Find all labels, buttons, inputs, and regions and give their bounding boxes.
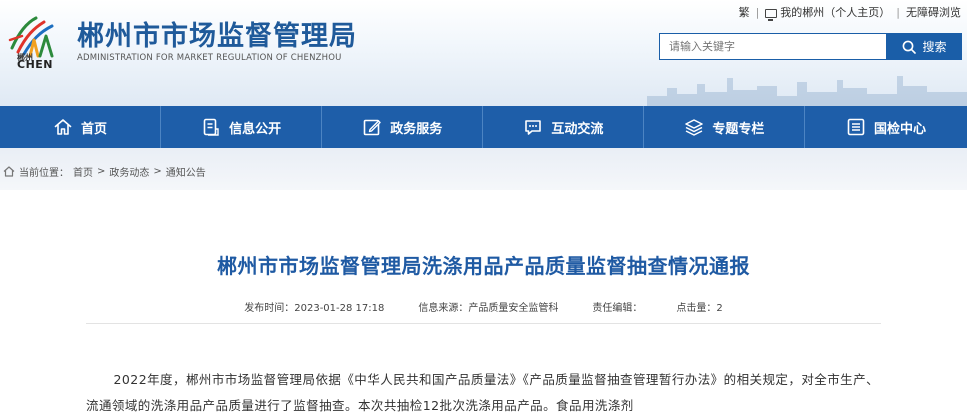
site-title[interactable]: 郴州市市场监督管理局 [77, 14, 357, 53]
nav-item-label: 信息公开 [229, 121, 282, 137]
article-body: 2022年度，郴州市市场监督管理局依据《中华人民共和国产品质量法》《产品质量监督… [86, 367, 881, 419]
source-value: 产品质量安全监管科 [468, 303, 559, 314]
nav-item-interaction[interactable]: 互动交流 [483, 106, 645, 148]
breadcrumb-item-news[interactable]: 政务动态 [109, 164, 149, 179]
monitor-icon [765, 8, 778, 21]
search-button[interactable]: 搜索 [887, 33, 962, 60]
search-button-label: 搜索 [922, 40, 947, 54]
nav-item-label: 专题专栏 [712, 121, 765, 137]
article-title: 郴州市市场监督管理局洗涤用品产品质量监督抽查情况通报 [217, 254, 750, 278]
traditional-chinese-link[interactable]: 繁 [739, 4, 750, 20]
info-source: 信息来源：产品质量安全监管科 [418, 299, 558, 314]
publish-time: 发布时间：2023-01-28 17:18 [244, 299, 384, 314]
article-paragraph: 2022年度，郴州市市场监督管理局依据《中华人民共和国产品质量法》《产品质量监督… [86, 372, 880, 413]
search-bar: 搜索 [659, 33, 962, 60]
view-count: 点击量：2 [676, 299, 722, 314]
main-nav: 首页 信息公开 政务服务 互动交流 专题专栏 国检中心 [0, 106, 967, 148]
article-meta: 发布时间：2023-01-28 17:18 信息来源：产品质量安全监管科 责任编… [0, 299, 967, 314]
list-icon [847, 118, 865, 136]
nav-item-info[interactable]: 信息公开 [161, 106, 323, 148]
views-label: 点击量： [676, 303, 717, 314]
nav-item-label: 政务服务 [390, 121, 443, 137]
site-subtitle: ADMINISTRATION FOR MARKET REGULATION OF … [77, 53, 342, 63]
top-links: 繁 | 我的郴州（个人主页） | 无障碍浏览 [739, 4, 961, 21]
accessibility-link[interactable]: 无障碍浏览 [906, 4, 961, 20]
nav-item-services[interactable]: 政务服务 [322, 106, 484, 148]
editor: 责任编辑： [592, 299, 642, 314]
my-page-link[interactable]: 我的郴州（个人主页） [765, 4, 891, 21]
editor-label: 责任编辑： [592, 303, 643, 314]
home-icon [3, 166, 15, 177]
nav-item-inspection-center[interactable]: 国检中心 [805, 106, 966, 148]
search-input[interactable] [659, 33, 887, 60]
skyline-decoration [647, 76, 967, 106]
nav-item-label: 国检中心 [874, 121, 927, 137]
views-value: 2 [716, 303, 723, 314]
nav-item-special-topics[interactable]: 专题专栏 [644, 106, 806, 148]
search-icon [903, 40, 917, 54]
publish-value: 2023-01-28 17:18 [294, 303, 385, 314]
breadcrumb-separator: > [97, 166, 106, 177]
source-label: 信息来源： [418, 303, 469, 314]
publish-label: 发布时间： [244, 303, 295, 314]
breadcrumb: 当前位置： 首页 > 政务动态 > 通知公告 [3, 164, 206, 179]
home-icon [54, 119, 72, 135]
nav-item-label: 互动交流 [551, 121, 604, 137]
layers-icon [685, 119, 704, 136]
link-separator: | [896, 5, 900, 19]
breadcrumb-item-notices[interactable]: 通知公告 [166, 164, 206, 179]
logo-english-text: CHEN [17, 58, 53, 71]
my-page-label: 我的郴州（个人主页） [780, 6, 891, 19]
nav-item-label: 首页 [81, 121, 108, 137]
nav-item-home[interactable]: 首页 [0, 106, 162, 148]
breadcrumb-item-home[interactable]: 首页 [73, 164, 93, 179]
breadcrumb-separator: > [153, 166, 162, 177]
link-separator: | [755, 5, 760, 19]
site-header: 郴州 CHEN 郴州市市场监督管理局 ADMINISTRATION FOR MA… [0, 0, 967, 106]
chat-icon [525, 120, 542, 135]
edit-icon [363, 119, 381, 136]
document-icon [203, 118, 219, 136]
breadcrumb-prefix: 当前位置： [19, 168, 69, 179]
divider [86, 323, 881, 324]
